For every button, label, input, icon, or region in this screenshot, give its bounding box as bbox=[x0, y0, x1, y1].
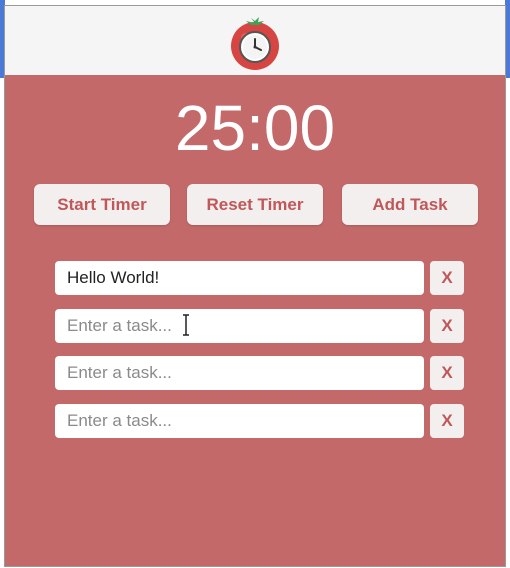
delete-task-button[interactable]: X bbox=[430, 356, 464, 390]
tomato-clock-icon bbox=[231, 17, 279, 70]
start-timer-button[interactable]: Start Timer bbox=[34, 184, 170, 225]
delete-task-button[interactable]: X bbox=[430, 404, 464, 438]
browser-frame: 25:00 Start Timer Reset Timer Add Task X… bbox=[0, 0, 510, 568]
task-input[interactable] bbox=[55, 261, 424, 295]
add-task-button[interactable]: Add Task bbox=[342, 184, 478, 225]
task-input[interactable] bbox=[55, 356, 424, 390]
delete-task-button[interactable]: X bbox=[430, 261, 464, 295]
popup-header bbox=[5, 6, 505, 75]
text-cursor-icon bbox=[183, 314, 189, 336]
task-row: X bbox=[55, 404, 465, 438]
task-input[interactable] bbox=[55, 309, 424, 343]
extension-popup: 25:00 Start Timer Reset Timer Add Task X… bbox=[4, 5, 506, 567]
task-row: X bbox=[55, 261, 465, 295]
delete-task-button[interactable]: X bbox=[430, 309, 464, 343]
timer-display: 25:00 bbox=[174, 92, 336, 164]
task-row: X bbox=[55, 309, 465, 343]
task-input[interactable] bbox=[55, 404, 424, 438]
reset-timer-button[interactable]: Reset Timer bbox=[187, 184, 323, 225]
task-row: X bbox=[55, 356, 465, 390]
